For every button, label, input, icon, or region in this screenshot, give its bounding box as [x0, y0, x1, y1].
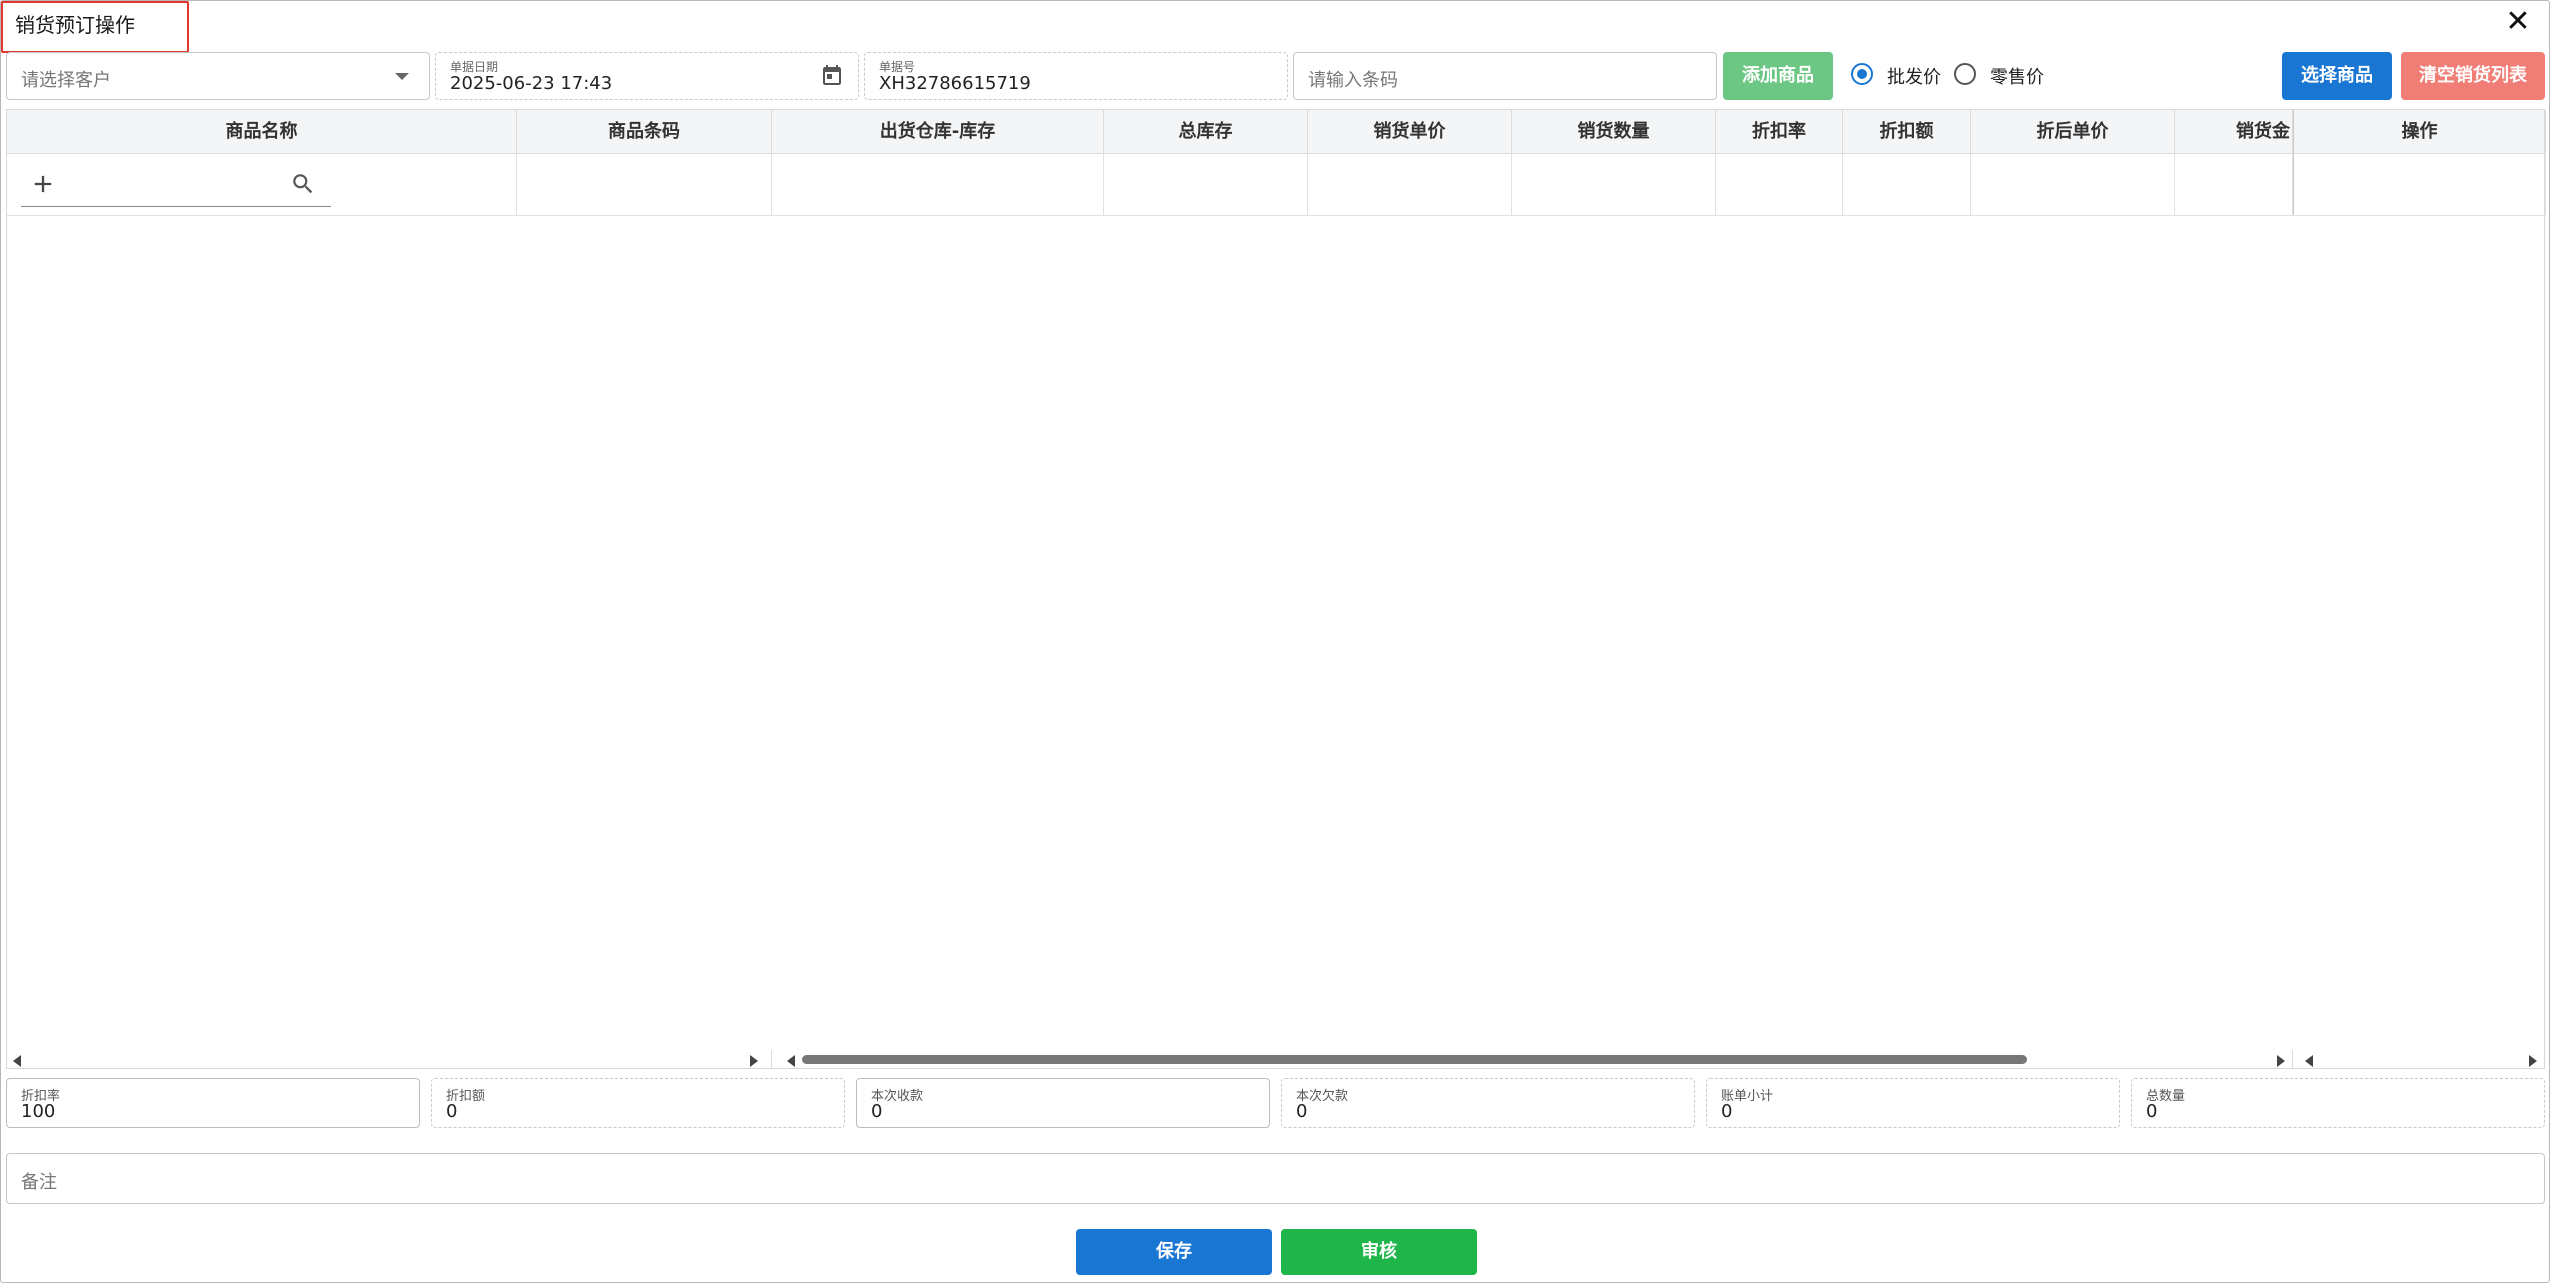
payment-received-field[interactable]: 本次收款 0: [856, 1078, 1270, 1128]
right-pane-scrollbar[interactable]: [2297, 1052, 2546, 1067]
col-product-name: 商品名称: [7, 110, 517, 153]
retail-price-label: 零售价: [1990, 67, 2044, 88]
cell-discount-rate[interactable]: [1716, 154, 1843, 215]
total-quantity-field: 总数量 0: [2131, 1078, 2545, 1128]
dialog-title: 销货预订操作: [15, 13, 135, 37]
left-pane-scrollbar[interactable]: [7, 1052, 772, 1067]
retail-price-radio[interactable]: [1954, 63, 1976, 85]
cell-amount: [2175, 154, 2293, 215]
cell-total-stock: [1104, 154, 1308, 215]
col-total-stock: 总库存: [1104, 110, 1308, 153]
scroll-left-arrow-icon[interactable]: [2305, 1055, 2313, 1067]
scroll-right-arrow-icon[interactable]: [2529, 1055, 2537, 1067]
add-product-button[interactable]: 添加商品: [1723, 52, 1833, 100]
main-pane-scrollbar[interactable]: [777, 1052, 2293, 1067]
col-amount: 销货金: [2175, 110, 2293, 153]
select-product-button[interactable]: 选择商品: [2282, 52, 2392, 100]
remark-input[interactable]: 备注: [6, 1153, 2545, 1204]
amount-owed-field: 本次欠款 0: [1281, 1078, 1695, 1128]
scroll-left-arrow-icon[interactable]: [787, 1055, 795, 1067]
customer-placeholder: 请选择客户: [21, 70, 111, 91]
discount-rate-value: 100: [21, 1101, 56, 1122]
amount-owed-value: 0: [1296, 1101, 1308, 1122]
scroll-left-arrow-icon[interactable]: [13, 1055, 21, 1067]
product-table: 商品名称 商品条码 出货仓库-库存 总库存 销货单价 销货数量 折扣率 折扣额 …: [6, 109, 2546, 1069]
discount-amount-value: 0: [446, 1101, 458, 1122]
wholesale-price-radio[interactable]: [1851, 63, 1873, 85]
cell-barcode[interactable]: [517, 154, 772, 215]
col-barcode: 商品条码: [517, 110, 772, 153]
scrollbar-thumb[interactable]: [802, 1055, 2027, 1064]
col-unit-price: 销货单价: [1308, 110, 1512, 153]
product-name-input-underline: [21, 206, 331, 207]
cell-warehouse-stock[interactable]: [772, 154, 1104, 215]
remark-placeholder: 备注: [21, 1172, 57, 1193]
cell-product-name: [7, 154, 517, 215]
scroll-divider: [2292, 1050, 2293, 1068]
cell-unit-price[interactable]: [1308, 154, 1512, 215]
scroll-right-arrow-icon[interactable]: [750, 1055, 758, 1067]
payment-received-value: 0: [871, 1101, 883, 1122]
order-number-value: XH32786615719: [879, 73, 1031, 94]
col-warehouse-stock: 出货仓库-库存: [772, 110, 1104, 153]
col-actions: 操作: [2293, 110, 2546, 153]
calendar-icon[interactable]: [820, 63, 844, 87]
customer-select[interactable]: 请选择客户: [6, 52, 430, 100]
bill-subtotal-value: 0: [1721, 1101, 1733, 1122]
chevron-down-icon: [395, 73, 409, 80]
barcode-placeholder: 请输入条码: [1308, 70, 1398, 91]
bill-subtotal-field: 账单小计 0: [1706, 1078, 2120, 1128]
date-value: 2025-06-23 17:43: [450, 73, 613, 94]
date-field[interactable]: 单据日期 2025-06-23 17:43: [435, 52, 859, 100]
discount-amount-field: 折扣额 0: [431, 1078, 845, 1128]
order-number-field: 单据号 XH32786615719: [864, 52, 1288, 100]
plus-icon[interactable]: [29, 170, 57, 198]
table-header: 商品名称 商品条码 出货仓库-库存 总库存 销货单价 销货数量 折扣率 折扣额 …: [7, 110, 2546, 154]
table-row: [7, 154, 2546, 216]
col-discount-rate: 折扣率: [1716, 110, 1843, 153]
scroll-right-arrow-icon[interactable]: [2277, 1055, 2285, 1067]
cell-quantity[interactable]: [1512, 154, 1716, 215]
col-quantity: 销货数量: [1512, 110, 1716, 153]
col-discounted-price: 折后单价: [1971, 110, 2175, 153]
audit-button[interactable]: 审核: [1281, 1229, 1477, 1275]
scroll-divider: [771, 1050, 772, 1068]
discount-rate-field[interactable]: 折扣率 100: [6, 1078, 420, 1128]
cell-discounted-price[interactable]: [1971, 154, 2175, 215]
search-icon[interactable]: [290, 171, 316, 197]
cell-discount-amount[interactable]: [1843, 154, 1971, 215]
close-icon[interactable]: ✕: [2501, 5, 2535, 39]
save-button[interactable]: 保存: [1076, 1229, 1272, 1275]
sales-order-dialog: 销货预订操作 ✕ 请选择客户 单据日期 2025-06-23 17:43 单据号…: [0, 0, 2550, 1283]
wholesale-price-label: 批发价: [1887, 67, 1941, 88]
barcode-input[interactable]: 请输入条码: [1293, 52, 1717, 100]
col-discount-amount: 折扣额: [1843, 110, 1971, 153]
total-quantity-value: 0: [2146, 1101, 2158, 1122]
clear-sales-list-button[interactable]: 清空销货列表: [2401, 52, 2545, 100]
cell-actions[interactable]: [2293, 154, 2546, 215]
